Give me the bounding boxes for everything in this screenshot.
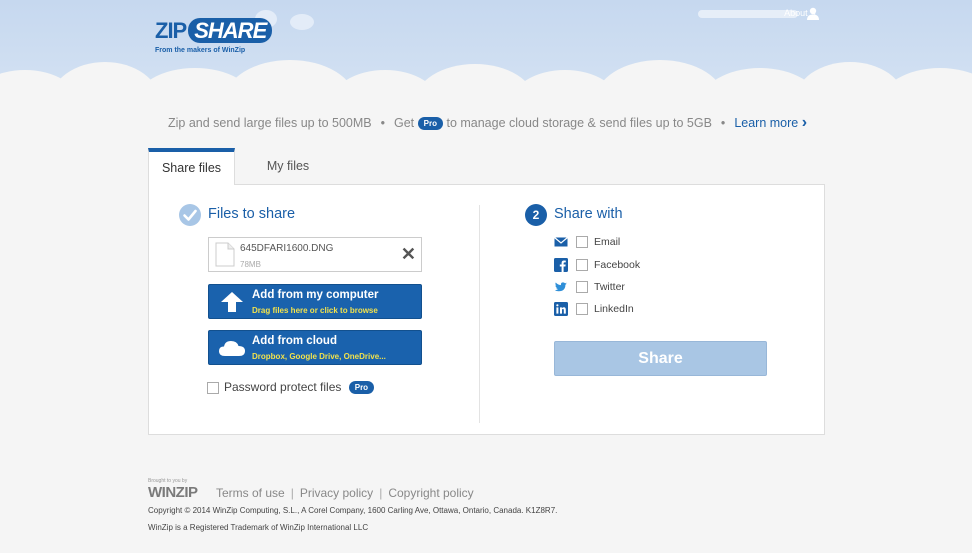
- email-label: Email: [594, 235, 621, 248]
- share-option-twitter: Twitter: [554, 280, 625, 296]
- add-from-cloud-label: Add from cloud: [252, 335, 337, 347]
- share-option-facebook: Facebook: [554, 258, 640, 274]
- file-name: 645DFARI1600.DNG: [240, 243, 334, 254]
- share-option-email: Email: [554, 235, 620, 251]
- twitter-label: Twitter: [594, 280, 625, 293]
- winzip-logo[interactable]: WINZIP: [148, 484, 198, 501]
- logo-zip-text: ZIP: [155, 18, 187, 43]
- document-icon: [215, 242, 235, 267]
- terms-of-use-link[interactable]: Terms of use: [216, 486, 285, 500]
- pro-badge: Pro: [417, 117, 443, 131]
- check-circle-icon: [179, 204, 201, 226]
- tagline-part1: Zip and send large files up to 500MB: [168, 116, 372, 130]
- linkedin-icon: [554, 302, 568, 316]
- tagline: Zip and send large files up to 500MB • Get…: [168, 114, 807, 132]
- learn-more-link[interactable]: Learn more ›: [734, 114, 808, 131]
- password-protect-label: Password protect files: [224, 380, 342, 394]
- footer-separator-2: |: [379, 486, 383, 500]
- file-item: 645DFARI1600.DNG 78MB ✕: [208, 237, 422, 272]
- password-protect-checkbox[interactable]: [207, 381, 219, 394]
- facebook-label: Facebook: [594, 258, 641, 271]
- account-email-blurred[interactable]: [698, 10, 798, 18]
- email-checkbox[interactable]: [576, 236, 588, 248]
- upload-arrow-icon: [221, 292, 243, 312]
- privacy-policy-link[interactable]: Privacy policy: [300, 486, 373, 500]
- add-from-computer-label: Add from my computer: [252, 289, 379, 301]
- share-option-linkedin: LinkedIn: [554, 302, 634, 318]
- step-number-badge: 2: [525, 204, 547, 226]
- password-protect-row: Password protect files Pro: [207, 380, 375, 395]
- tagline-dot-2: •: [720, 116, 726, 130]
- logo-share-text: SHARE: [188, 18, 273, 43]
- twitter-icon: [554, 282, 567, 292]
- share-button[interactable]: Share: [554, 341, 767, 376]
- zipshare-logo[interactable]: ZIP SHARE From the makers of WinZip: [155, 18, 273, 54]
- tagline-get: Get: [394, 116, 415, 130]
- cloud-icon: [219, 341, 245, 356]
- twitter-checkbox[interactable]: [576, 281, 588, 293]
- add-from-cloud-button[interactable]: Add from cloud Dropbox, Google Drive, On…: [208, 330, 422, 365]
- footer-links: Terms of use | Privacy policy | Copyright po…: [216, 486, 474, 500]
- file-size: 78MB: [240, 260, 261, 269]
- add-from-computer-sub: Drag files here or click to browse: [252, 306, 378, 315]
- facebook-checkbox[interactable]: [576, 259, 588, 271]
- tab-my-files[interactable]: My files: [258, 148, 318, 185]
- tagline-dot: •: [380, 116, 385, 130]
- column-divider: [479, 205, 480, 423]
- trademark-text: WinZip is a Registered Trademark of WinZ…: [148, 523, 369, 532]
- email-icon: [554, 237, 568, 247]
- footer-separator: |: [290, 486, 294, 500]
- linkedin-checkbox[interactable]: [576, 303, 588, 315]
- logo-subtitle: From the makers of WinZip: [155, 47, 246, 54]
- copyright-text: Copyright © 2014 WinZip Computing, S.L.,…: [148, 506, 558, 515]
- learn-more-label: Learn more: [734, 116, 799, 130]
- header-banner: ZIPSHARE From the makers of WinZip About…: [0, 0, 972, 100]
- chevron-right-icon: ›: [801, 114, 808, 131]
- tab-share-files[interactable]: Share files: [148, 148, 235, 185]
- copyright-policy-link[interactable]: Copyright policy: [388, 486, 473, 500]
- password-pro-badge: Pro: [348, 381, 375, 395]
- remove-file-icon[interactable]: ✕: [401, 244, 416, 264]
- linkedin-label: LinkedIn: [594, 302, 634, 315]
- files-to-share-title: Files to share: [208, 206, 296, 222]
- share-with-title: Share with: [554, 206, 623, 222]
- user-icon[interactable]: [806, 7, 820, 21]
- add-from-computer-button[interactable]: Add from my computer Drag files here or …: [208, 284, 422, 319]
- share-panel: Files to share 645DFARI1600.DNG 78MB ✕ A…: [148, 184, 825, 435]
- facebook-icon: [554, 258, 568, 272]
- tagline-part2: to manage cloud storage & send files up …: [446, 116, 712, 130]
- add-from-cloud-sub: Dropbox, Google Drive, OneDrive...: [252, 352, 386, 361]
